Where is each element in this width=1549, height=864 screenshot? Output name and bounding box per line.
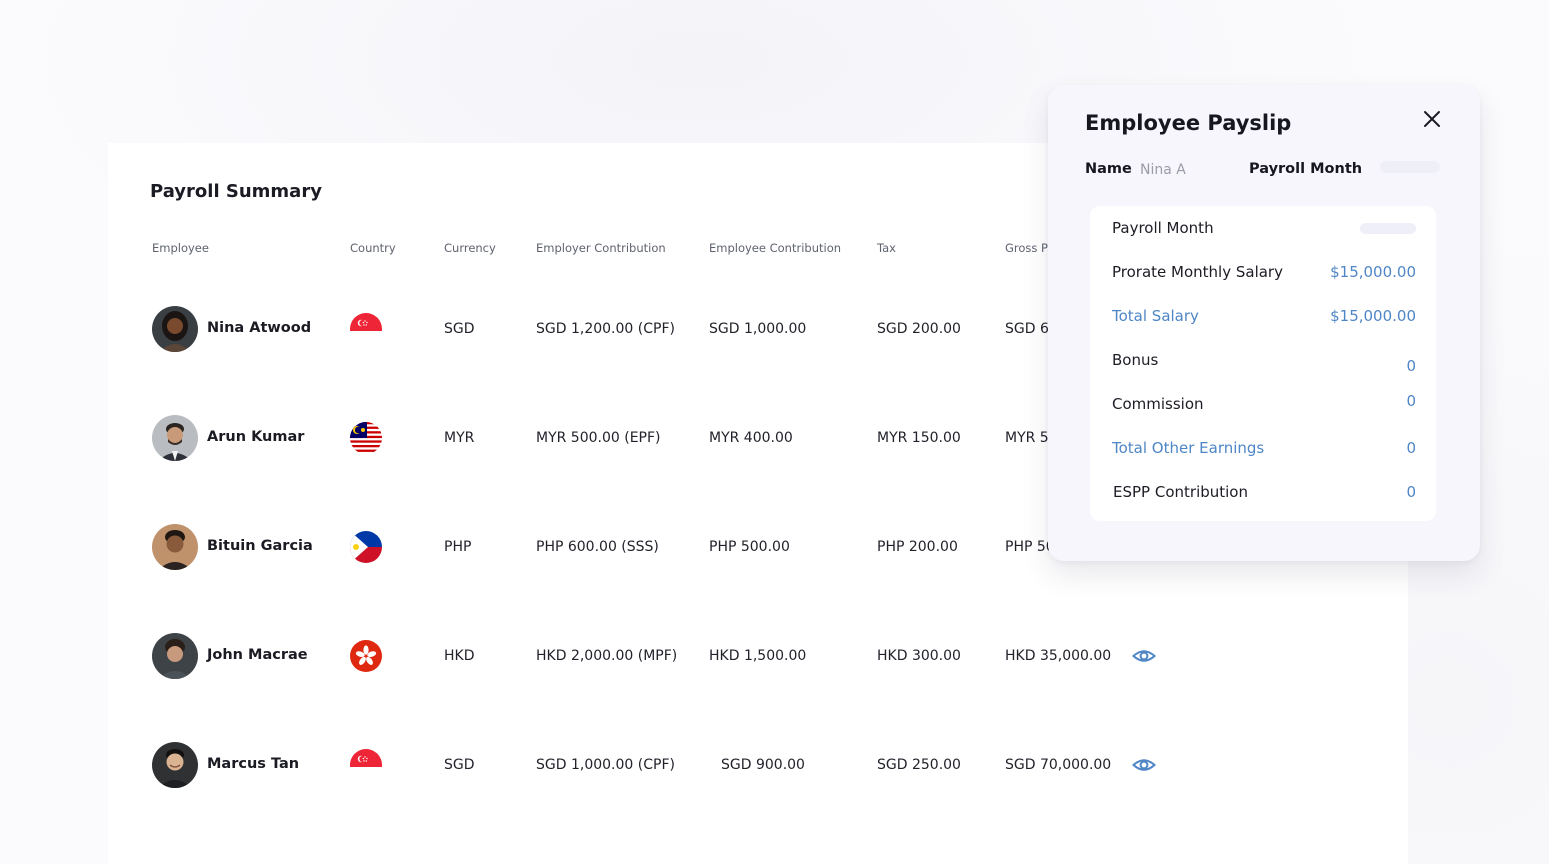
currency-cell: HKD: [444, 648, 475, 664]
tax-cell: SGD 200.00: [877, 321, 961, 337]
gross-pay-cell: SGD 6: [1005, 321, 1049, 337]
payslip-details: Payroll Month Prorate Monthly Salary $15…: [1090, 206, 1436, 521]
employer-contribution-cell: HKD 2,000.00 (MPF): [536, 648, 678, 664]
line-value: 0: [1406, 483, 1416, 501]
employee-name: Arun Kumar: [207, 429, 305, 445]
payroll-month-placeholder: [1380, 161, 1440, 173]
currency-cell: PHP: [444, 539, 472, 555]
employee-contribution-cell: PHP 500.00: [709, 539, 790, 555]
line-label: Payroll Month: [1112, 219, 1214, 237]
payroll-month-value-placeholder: [1360, 223, 1416, 234]
column-header-employee-contribution: Employee Contribution: [709, 241, 842, 255]
hong-kong-flag-icon: [350, 640, 382, 672]
employer-contribution-cell: MYR 500.00 (EPF): [536, 430, 661, 446]
column-header-currency: Currency: [444, 241, 496, 255]
payslip-line: Commission 0: [1090, 382, 1436, 426]
line-label: Commission: [1112, 395, 1204, 413]
currency-cell: SGD: [444, 321, 475, 337]
employee-name: Marcus Tan: [207, 756, 300, 772]
avatar: [152, 633, 198, 679]
payslip-title: Employee Payslip: [1085, 111, 1292, 135]
close-icon[interactable]: [1420, 107, 1444, 131]
line-value: $15,000.00: [1330, 263, 1416, 281]
line-value: 0: [1406, 439, 1416, 457]
column-header-tax: Tax: [877, 241, 896, 255]
line-value: 0: [1406, 392, 1416, 410]
payslip-line: ESPP Contribution 0: [1090, 470, 1436, 514]
name-label: Name: [1085, 161, 1132, 177]
gross-pay-cell: MYR 5: [1005, 430, 1049, 446]
column-header-country: Country: [350, 241, 396, 255]
employee-contribution-cell: MYR 400.00: [709, 430, 793, 446]
name-value: Nina A: [1140, 162, 1186, 178]
employee-payslip-panel: Employee Payslip Name Nina A Payroll Mon…: [1048, 85, 1480, 561]
singapore-flag-icon: [350, 749, 382, 781]
column-header-employer-contribution: Employer Contribution: [536, 241, 666, 255]
column-header-gross-pay: Gross P: [1005, 241, 1048, 255]
philippines-flag-icon: [350, 531, 382, 563]
employee-contribution-cell: SGD 1,000.00: [709, 321, 807, 337]
payslip-line: Total Salary $15,000.00: [1090, 294, 1436, 338]
currency-cell: MYR: [444, 430, 475, 446]
tax-cell: HKD 300.00: [877, 648, 961, 664]
employee-name: John Macrae: [207, 647, 308, 663]
employer-contribution-cell: SGD 1,000.00 (CPF): [536, 757, 675, 773]
avatar: [152, 524, 198, 570]
avatar: [152, 306, 198, 352]
line-value: 0: [1406, 357, 1416, 375]
table-row[interactable]: John Macrae HKD HKD 2,000.00 (MPF) HKD 1…: [108, 626, 1408, 686]
view-payslip-eye-icon[interactable]: [1132, 645, 1156, 667]
table-row[interactable]: Marcus Tan SGD SGD 1,000.00 (CPF) SGD 90…: [108, 735, 1408, 795]
line-label: ESPP Contribution: [1113, 483, 1248, 501]
tax-cell: MYR 150.00: [877, 430, 961, 446]
tax-cell: PHP 200.00: [877, 539, 958, 555]
payroll-month-label: Payroll Month: [1249, 161, 1363, 177]
currency-cell: SGD: [444, 757, 475, 773]
avatar: [152, 742, 198, 788]
line-label: Total Salary: [1112, 307, 1199, 325]
view-payslip-eye-icon[interactable]: [1132, 754, 1156, 776]
gross-pay-cell: SGD 70,000.00: [1005, 757, 1112, 773]
line-label: Bonus: [1112, 351, 1159, 369]
malaysia-flag-icon: [350, 422, 382, 454]
payslip-line: Total Other Earnings 0: [1090, 426, 1436, 470]
payslip-line: Bonus 0: [1090, 338, 1436, 382]
employee-contribution-cell: SGD 900.00: [721, 757, 805, 773]
employee-name: Bituin Garcia: [207, 538, 313, 554]
employer-contribution-cell: PHP 600.00 (SSS): [536, 539, 659, 555]
page-title: Payroll Summary: [150, 181, 322, 202]
gross-pay-cell: HKD 35,000.00: [1005, 648, 1112, 664]
employer-contribution-cell: SGD 1,200.00 (CPF): [536, 321, 675, 337]
tax-cell: SGD 250.00: [877, 757, 961, 773]
payslip-line: Prorate Monthly Salary $15,000.00: [1090, 250, 1436, 294]
avatar: [152, 415, 198, 461]
singapore-flag-icon: [350, 313, 382, 345]
line-label: Prorate Monthly Salary: [1112, 263, 1283, 281]
line-value: $15,000.00: [1330, 307, 1416, 325]
employee-contribution-cell: HKD 1,500.00: [709, 648, 807, 664]
payslip-line: Payroll Month: [1090, 206, 1436, 250]
column-header-employee: Employee: [152, 241, 209, 255]
employee-name: Nina Atwood: [207, 320, 312, 336]
line-label: Total Other Earnings: [1112, 439, 1265, 457]
